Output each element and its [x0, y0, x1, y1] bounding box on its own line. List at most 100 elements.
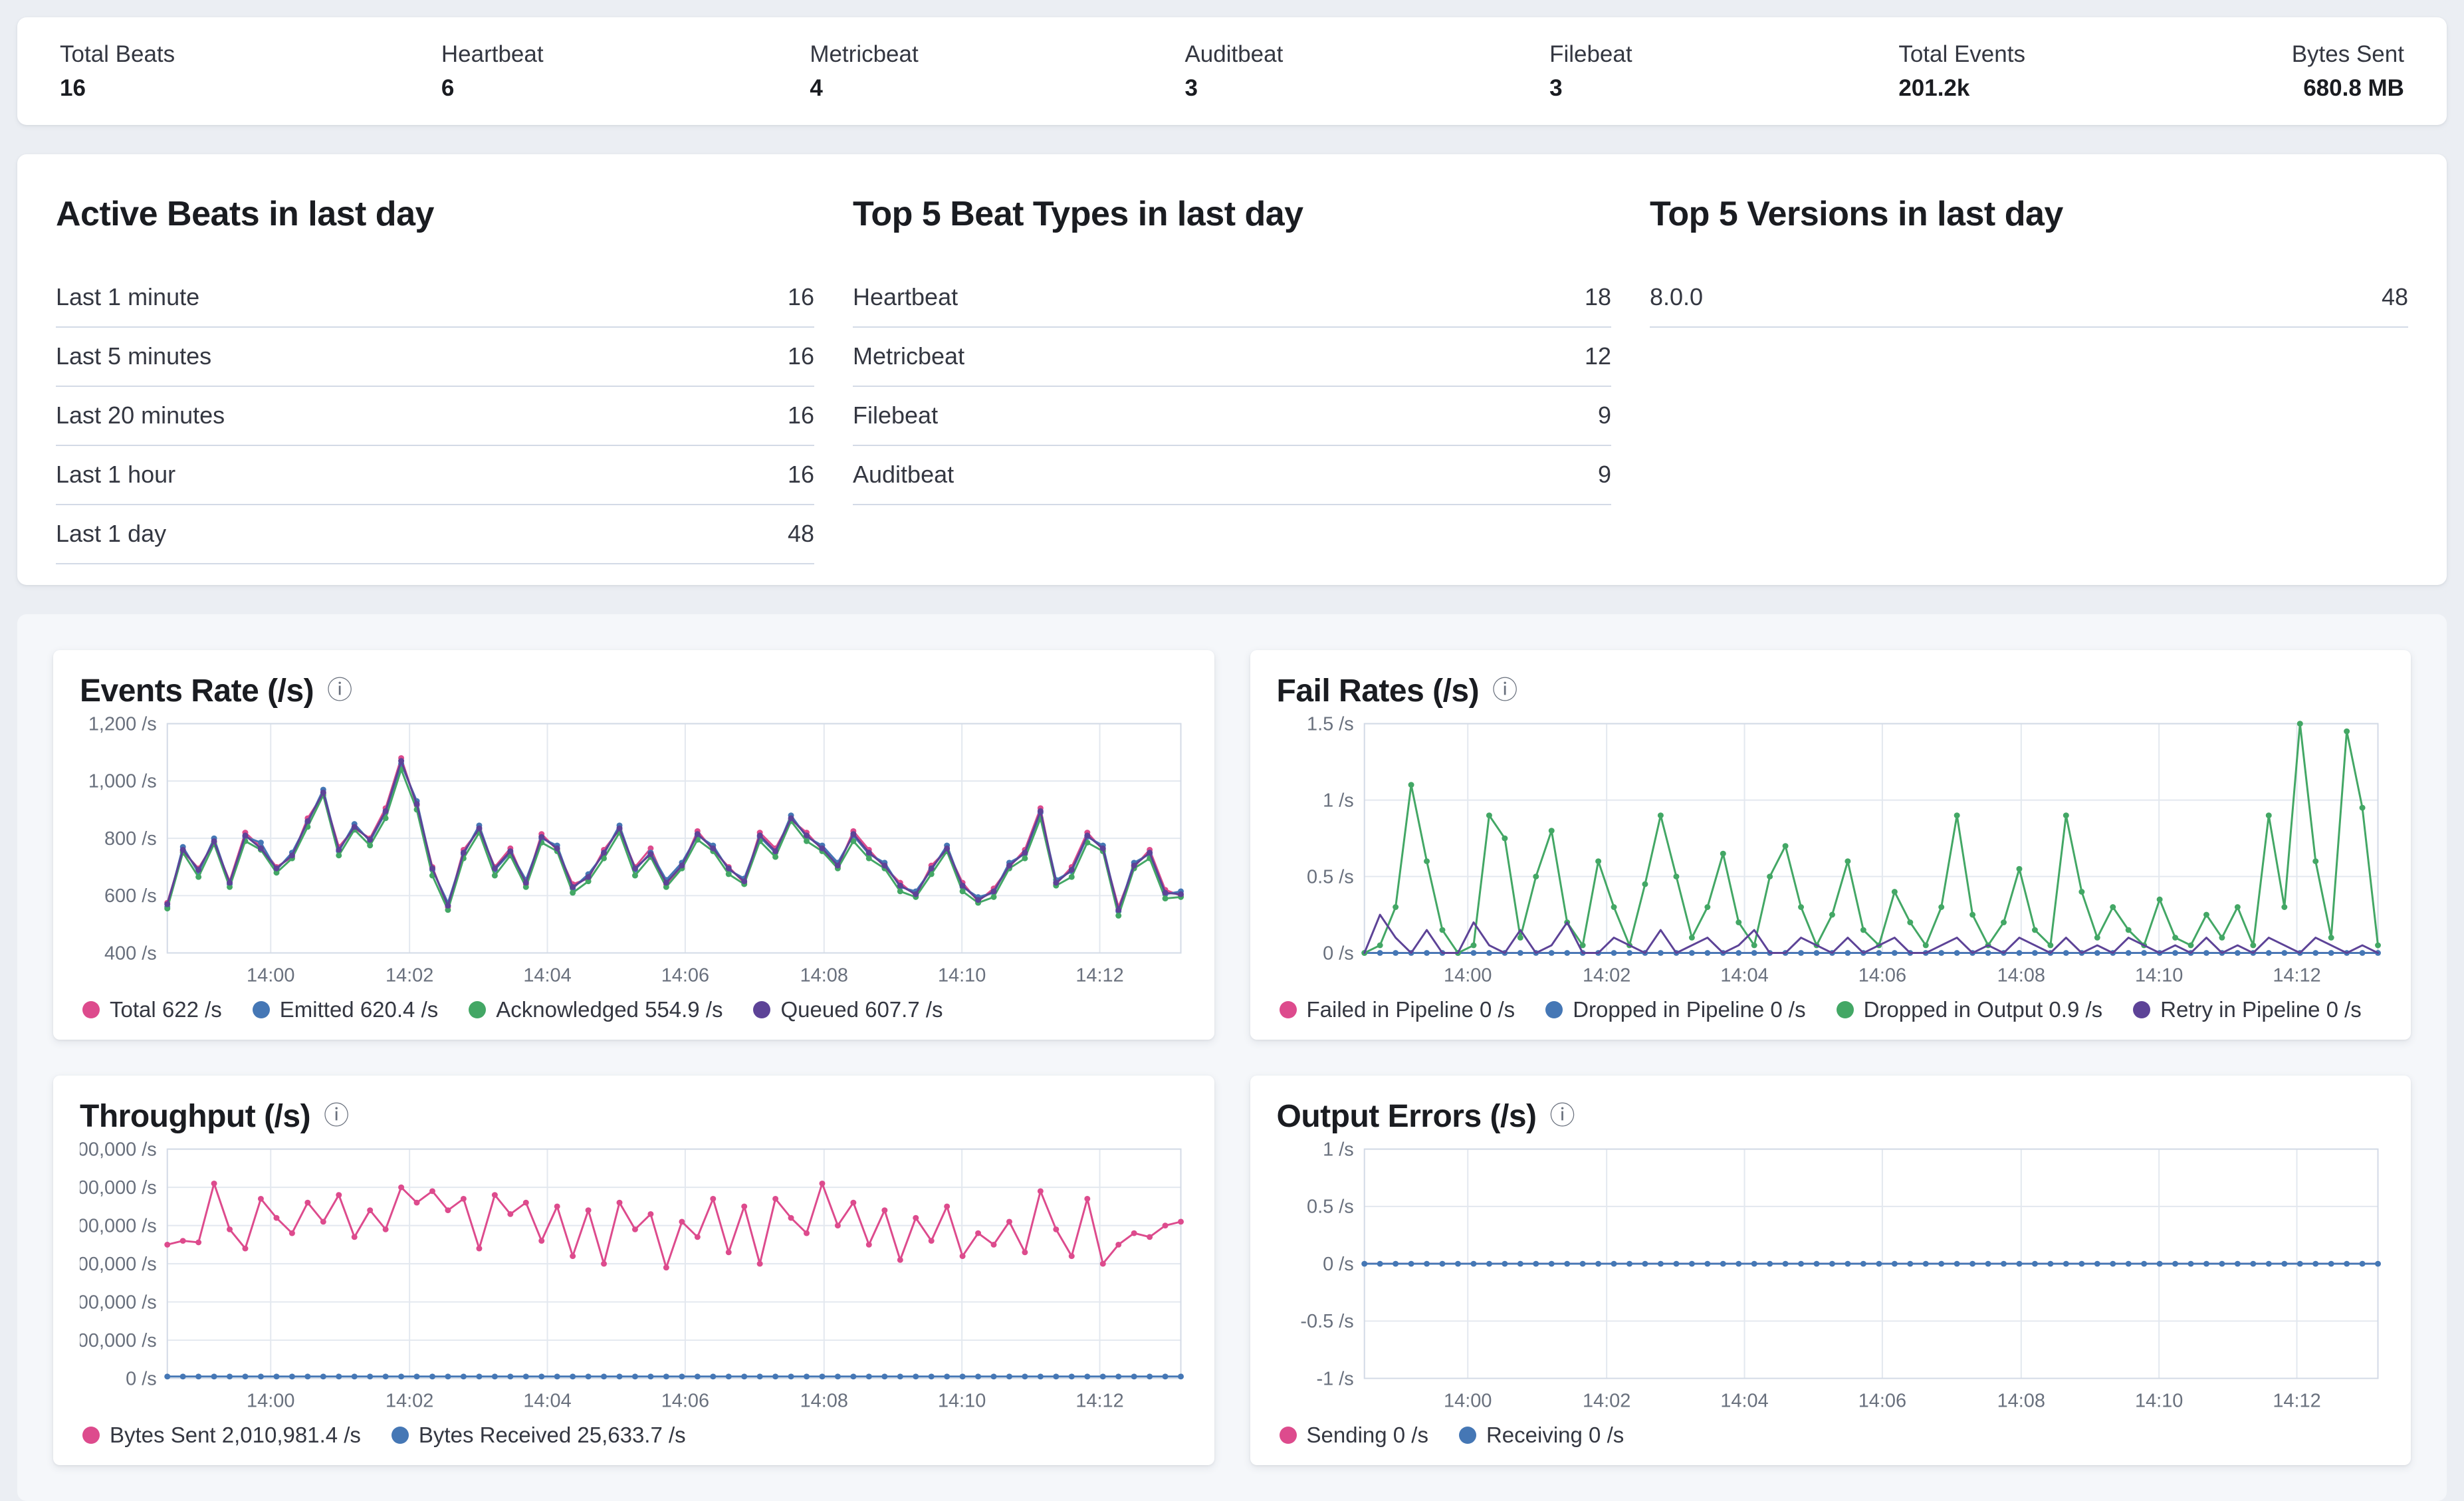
summary-metric-label: Auditbeat — [1184, 40, 1283, 69]
legend-item[interactable]: Dropped in Output 0.9 /s — [1837, 997, 2103, 1022]
svg-text:14:08: 14:08 — [1997, 1390, 2045, 1411]
legend-item[interactable]: Bytes Received 25,633.7 /s — [392, 1423, 686, 1448]
legend-label: Dropped in Pipeline 0 /s — [1573, 997, 1805, 1022]
output-errors-chart: -1 /s-0.5 /s0 /s0.5 /s1 /s14:0014:0214:0… — [1277, 1140, 2385, 1417]
summary-metric: Total Events 201.2k — [1898, 40, 2025, 102]
legend-item[interactable]: Emitted 620.4 /s — [253, 997, 438, 1022]
beat-types-table: Heartbeat 18 Metricbeat 12 Filebeat 9 — [853, 269, 1611, 505]
svg-text:14:06: 14:06 — [661, 965, 709, 986]
legend-dot-icon — [1280, 1001, 1297, 1018]
table-row: 8.0.0 48 — [1650, 269, 2408, 328]
legend-dot-icon — [469, 1001, 486, 1018]
row-value: 16 — [788, 461, 814, 489]
svg-text:14:00: 14:00 — [1444, 965, 1492, 986]
svg-text:0 /s: 0 /s — [126, 1368, 157, 1389]
chart-legend: Bytes Sent 2,010,981.4 /s Bytes Received … — [80, 1417, 1188, 1450]
legend-item[interactable]: Sending 0 /s — [1280, 1423, 1428, 1448]
svg-text:-1 /s: -1 /s — [1316, 1368, 1353, 1389]
lists-panel: Active Beats in last day Last 1 minute 1… — [17, 154, 2447, 585]
legend-item[interactable]: Total 622 /s — [82, 997, 222, 1022]
svg-text:1,000,000 /s: 1,000,000 /s — [80, 1292, 157, 1313]
legend-item[interactable]: Acknowledged 554.9 /s — [469, 997, 723, 1022]
info-icon[interactable]: ⓘ — [1492, 678, 1517, 703]
svg-text:14:00: 14:00 — [247, 965, 294, 986]
summary-metric-value: 3 — [1184, 74, 1283, 102]
svg-text:500,000 /s: 500,000 /s — [80, 1330, 157, 1351]
charts-section: Events Rate (/s) ⓘ 400 /s 600 /s 800 /s 1,0… — [17, 614, 2447, 1501]
legend-dot-icon — [1280, 1427, 1297, 1444]
table-row: Last 1 hour 16 — [56, 446, 814, 505]
svg-text:14:06: 14:06 — [661, 1390, 709, 1411]
legend-label: Total 622 /s — [110, 997, 222, 1022]
legend-dot-icon — [1837, 1001, 1854, 1018]
legend-label: Acknowledged 554.9 /s — [496, 997, 723, 1022]
active-beats-title: Active Beats in last day — [56, 194, 814, 234]
info-icon[interactable]: ⓘ — [327, 678, 352, 703]
summary-metric-label: Metricbeat — [810, 40, 918, 69]
table-row: Filebeat 9 — [853, 387, 1611, 446]
legend-dot-icon — [82, 1001, 100, 1018]
summary-metric-label: Filebeat — [1549, 40, 1632, 69]
svg-text:14:02: 14:02 — [1582, 1390, 1630, 1411]
legend-label: Bytes Sent 2,010,981.4 /s — [110, 1423, 361, 1448]
legend-dot-icon — [253, 1001, 270, 1018]
fail-rates-chart: 0 /s0.5 /s1 /s1.5 /s14:0014:0214:0414:06… — [1277, 715, 2385, 992]
summary-metric: Bytes Sent 680.8 MB — [2292, 40, 2404, 102]
summary-metric-value: 680.8 MB — [2292, 74, 2404, 102]
legend-item[interactable]: Receiving 0 /s — [1459, 1423, 1624, 1448]
summary-metric-value: 16 — [60, 74, 175, 102]
summary-metric-label: Bytes Sent — [2292, 40, 2404, 69]
row-label: Last 1 hour — [56, 461, 175, 489]
svg-text:0 /s: 0 /s — [1323, 943, 1354, 964]
svg-text:14:12: 14:12 — [1075, 965, 1123, 986]
summary-metric-value: 6 — [441, 74, 544, 102]
svg-text:1,000 /s: 1,000 /s — [88, 771, 157, 792]
info-icon[interactable]: ⓘ — [1550, 1103, 1575, 1129]
svg-text:1,200 /s: 1,200 /s — [88, 715, 157, 735]
svg-text:0.5 /s: 0.5 /s — [1307, 866, 1354, 887]
table-row: Metricbeat 12 — [853, 328, 1611, 387]
legend-item[interactable]: Queued 607.7 /s — [753, 997, 943, 1022]
row-value: 16 — [788, 402, 814, 429]
svg-text:600 /s: 600 /s — [104, 885, 157, 907]
legend-item[interactable]: Bytes Sent 2,010,981.4 /s — [82, 1423, 361, 1448]
legend-item[interactable]: Failed in Pipeline 0 /s — [1280, 997, 1515, 1022]
svg-text:14:08: 14:08 — [800, 965, 848, 986]
summary-metric: Metricbeat 4 — [810, 40, 918, 102]
svg-text:1.5 /s: 1.5 /s — [1307, 715, 1354, 735]
fail-rates-chart-panel: Fail Rates (/s) ⓘ 0 /s0.5 /s1 /s1.5 /s14… — [1250, 650, 2411, 1040]
legend-dot-icon — [753, 1001, 770, 1018]
svg-text:800 /s: 800 /s — [104, 828, 157, 850]
output-errors-chart-panel: Output Errors (/s) ⓘ -1 /s-0.5 /s0 /s0.5… — [1250, 1076, 2411, 1465]
svg-text:14:02: 14:02 — [386, 1390, 433, 1411]
svg-text:14:00: 14:00 — [1444, 1390, 1492, 1411]
row-label: Auditbeat — [853, 461, 954, 489]
svg-text:14:12: 14:12 — [2273, 1390, 2320, 1411]
info-icon[interactable]: ⓘ — [324, 1103, 349, 1129]
legend-item[interactable]: Dropped in Pipeline 0 /s — [1545, 997, 1805, 1022]
legend-label: Bytes Received 25,633.7 /s — [419, 1423, 686, 1448]
row-label: Heartbeat — [853, 283, 958, 311]
legend-label: Queued 607.7 /s — [780, 997, 943, 1022]
svg-text:400 /s: 400 /s — [104, 943, 157, 964]
legend-item[interactable]: Retry in Pipeline 0 /s — [2133, 997, 2362, 1022]
row-value: 9 — [1598, 461, 1611, 489]
row-value: 18 — [1585, 283, 1611, 311]
table-row: Last 1 day 48 — [56, 505, 814, 564]
row-label: Last 1 day — [56, 520, 166, 548]
svg-text:3,000,000 /s: 3,000,000 /s — [80, 1140, 157, 1160]
svg-text:1,500,000 /s: 1,500,000 /s — [80, 1254, 157, 1275]
chart-header: Throughput (/s) ⓘ — [80, 1093, 1188, 1140]
row-label: Last 5 minutes — [56, 342, 211, 370]
row-label: Last 1 minute — [56, 283, 199, 311]
table-row: Last 20 minutes 16 — [56, 387, 814, 446]
svg-text:14:10: 14:10 — [2134, 965, 2182, 986]
row-value: 12 — [1585, 342, 1611, 370]
throughput-chart: 0 /s500,000 /s1,000,000 /s1,500,000 /s2,… — [80, 1140, 1188, 1417]
chart-header: Events Rate (/s) ⓘ — [80, 667, 1188, 715]
svg-text:14:06: 14:06 — [1858, 1390, 1906, 1411]
summary-bar: Total Beats 16 Heartbeat 6 Metricbeat 4 … — [17, 17, 2447, 125]
beat-types-title: Top 5 Beat Types in last day — [853, 194, 1611, 234]
svg-text:14:02: 14:02 — [1582, 965, 1630, 986]
chart-header: Output Errors (/s) ⓘ — [1277, 1093, 2385, 1140]
